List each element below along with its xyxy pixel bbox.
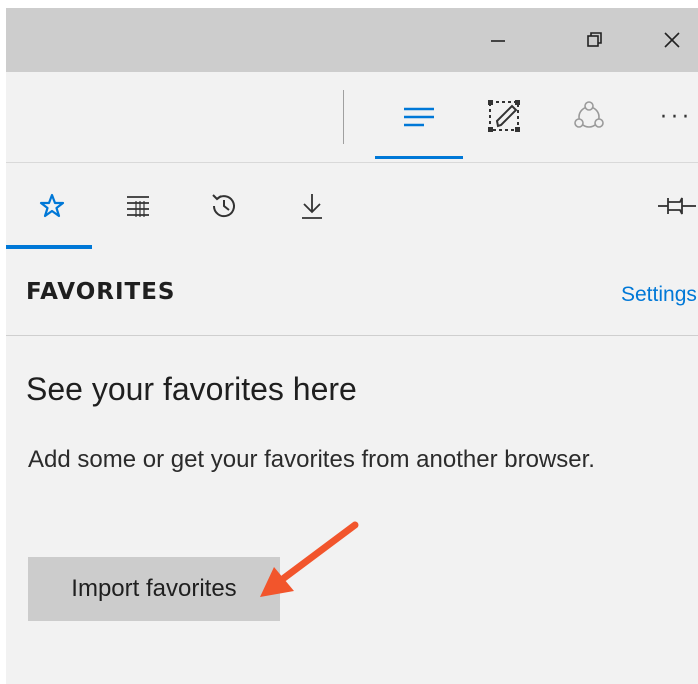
toolbar-divider bbox=[343, 90, 344, 144]
history-icon bbox=[209, 191, 239, 221]
web-note-icon bbox=[486, 98, 524, 136]
title-bar bbox=[6, 8, 698, 72]
annotation-arrow bbox=[250, 515, 370, 605]
close-icon bbox=[662, 30, 682, 50]
tab-history[interactable] bbox=[186, 163, 262, 249]
more-label: ··· bbox=[660, 104, 693, 130]
close-button[interactable] bbox=[646, 8, 698, 72]
star-icon bbox=[38, 192, 66, 220]
reading-list-icon bbox=[123, 193, 153, 219]
restore-button[interactable] bbox=[554, 8, 634, 72]
pin-icon bbox=[656, 194, 696, 218]
section-title: FAVORITES bbox=[26, 279, 176, 305]
share-icon bbox=[571, 99, 607, 135]
tab-reading-list[interactable] bbox=[100, 163, 176, 249]
hub-active-indicator bbox=[375, 156, 463, 159]
hub-button[interactable] bbox=[379, 72, 459, 162]
hub-panel: FAVORITES Settings See your favorites he… bbox=[6, 163, 698, 684]
active-tab-indicator bbox=[6, 245, 92, 249]
web-note-button[interactable] bbox=[465, 72, 545, 162]
hub-icon bbox=[402, 106, 436, 128]
import-favorites-button[interactable]: Import favorites bbox=[28, 557, 280, 621]
download-icon bbox=[299, 191, 325, 221]
more-button[interactable]: ··· bbox=[636, 72, 698, 162]
tab-downloads[interactable] bbox=[274, 163, 350, 249]
pin-button[interactable] bbox=[656, 163, 698, 249]
empty-state-description: Add some or get your favorites from anot… bbox=[28, 446, 595, 473]
minimize-icon bbox=[489, 31, 507, 49]
restore-icon bbox=[585, 31, 603, 49]
empty-state-heading: See your favorites here bbox=[26, 371, 357, 407]
section-divider bbox=[6, 335, 698, 336]
settings-link[interactable]: Settings bbox=[621, 283, 697, 307]
hub-tabs bbox=[6, 163, 698, 249]
minimize-button[interactable] bbox=[458, 8, 538, 72]
tab-favorites[interactable] bbox=[14, 163, 90, 249]
share-button[interactable] bbox=[549, 72, 629, 162]
browser-toolbar: ··· bbox=[6, 72, 698, 163]
